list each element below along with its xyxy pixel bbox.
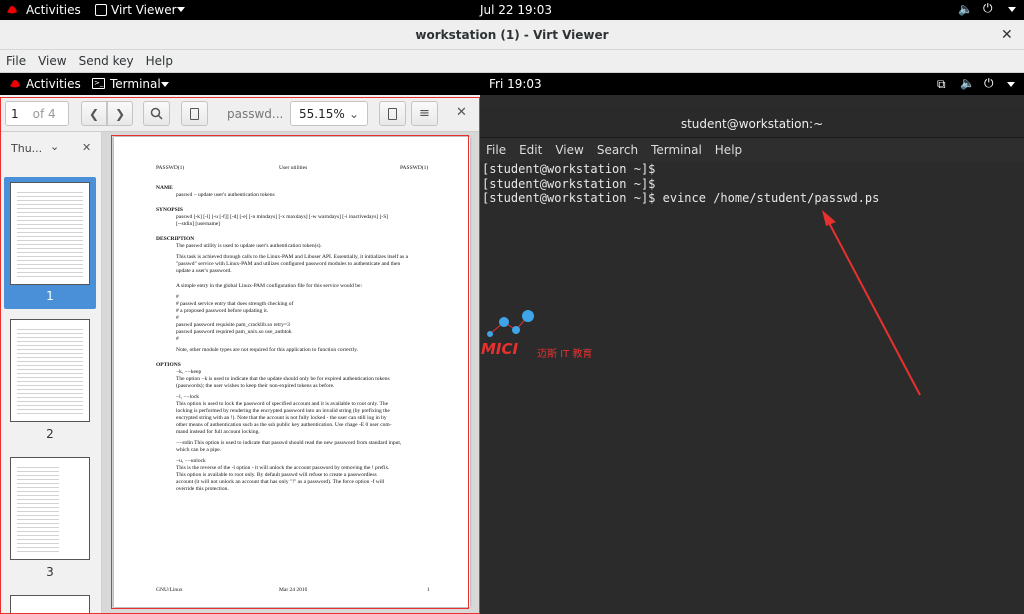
annotation-arrow: [822, 210, 921, 396]
